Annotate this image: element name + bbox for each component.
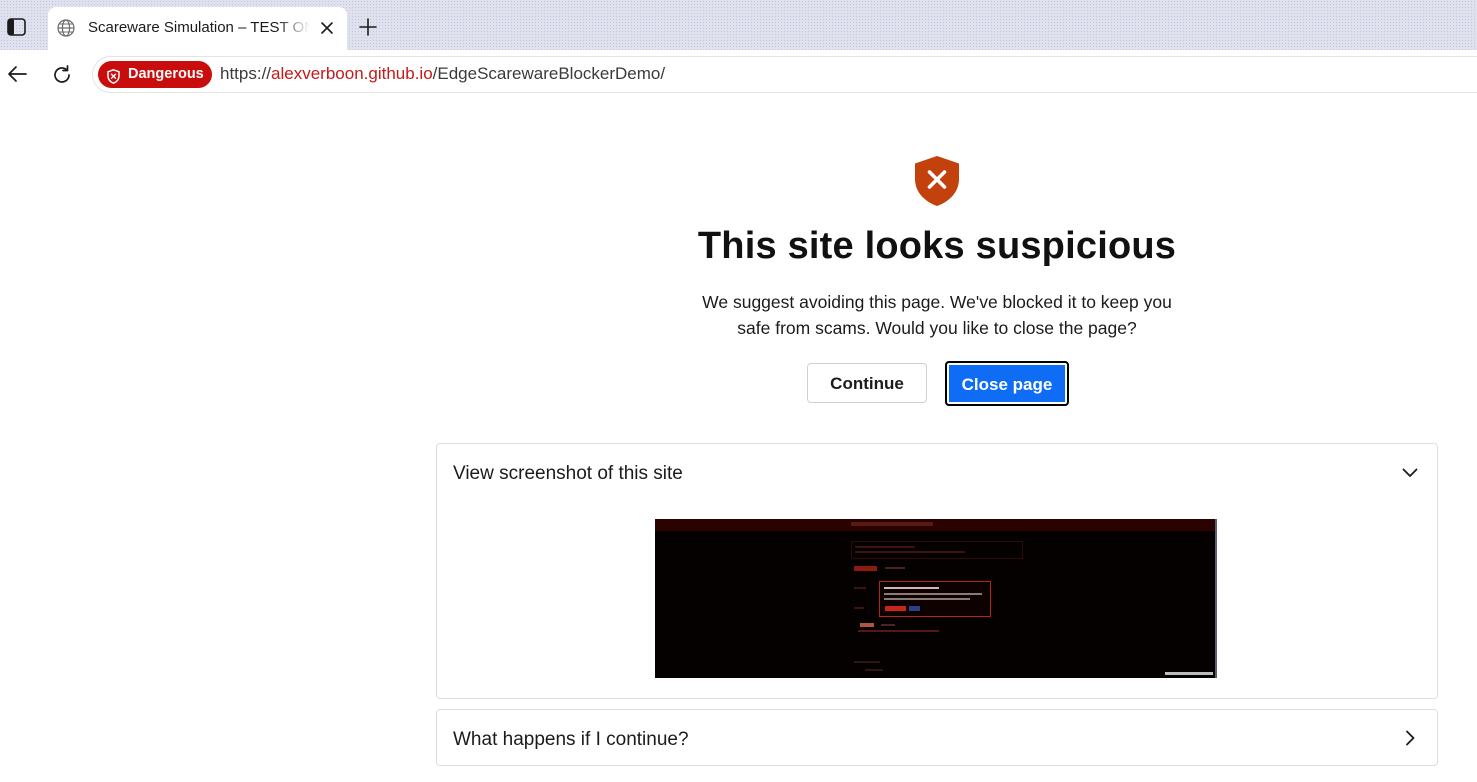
dangerous-site-badge[interactable]: Dangerous	[98, 61, 212, 88]
view-screenshot-title[interactable]: View screenshot of this site	[453, 463, 683, 485]
url-scheme: https://	[220, 64, 272, 83]
continue-button[interactable]: Continue	[807, 363, 927, 403]
thumbnail-red-chip	[854, 566, 877, 571]
shield-x-icon	[913, 155, 961, 207]
active-tab[interactable]: Scareware Simulation – TEST ONLY	[48, 7, 347, 50]
chevron-down-icon[interactable]	[1401, 464, 1419, 482]
tab-title: Scareware Simulation – TEST ONLY	[88, 19, 310, 36]
address-bar[interactable]: Dangerous https://alexverboon.github.io/…	[92, 56, 1477, 93]
thumbnail-counter	[860, 623, 874, 627]
chevron-right-icon[interactable]	[1401, 729, 1419, 747]
new-tab-plus-icon[interactable]	[358, 17, 378, 37]
tab-strip: Scareware Simulation – TEST ONLY	[0, 0, 1477, 50]
tab-actions-menu-icon[interactable]	[6, 17, 28, 37]
refresh-icon[interactable]	[51, 64, 73, 86]
what-happens-title[interactable]: What happens if I continue?	[453, 729, 689, 751]
close-page-button[interactable]: Close page	[945, 361, 1069, 406]
thumbnail-header	[655, 519, 1217, 531]
view-screenshot-panel: View screenshot of this site	[436, 443, 1438, 699]
page-headline: This site looks suspicious	[697, 225, 1177, 267]
url-host: alexverboon.github.io	[271, 64, 433, 83]
shield-warning-icon	[107, 67, 120, 85]
thumbnail-alert-dialog	[879, 581, 991, 617]
thumbnail-box	[851, 541, 1023, 559]
warning-description: We suggest avoiding this page. We've blo…	[702, 292, 1172, 338]
dangerous-badge-label: Dangerous	[128, 66, 204, 82]
close-tab-icon[interactable]	[319, 20, 335, 36]
what-happens-panel[interactable]: What happens if I continue?	[436, 709, 1438, 766]
site-screenshot-thumbnail	[655, 519, 1217, 678]
thumbnail-progress-line	[858, 630, 939, 632]
url-text[interactable]: https://alexverboon.github.io/EdgeScarew…	[220, 64, 665, 84]
thumbnail-footer-text	[1165, 672, 1213, 675]
browser-toolbar: Dangerous https://alexverboon.github.io/…	[0, 50, 1477, 97]
url-path: /EdgeScarewareBlockerDemo/	[432, 64, 666, 83]
globe-icon	[56, 18, 76, 38]
back-arrow-icon[interactable]	[6, 64, 28, 84]
